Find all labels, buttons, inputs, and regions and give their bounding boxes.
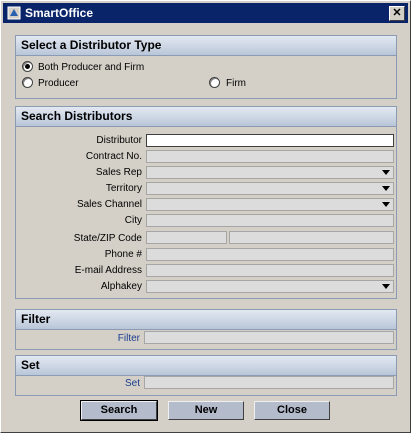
radio-producer[interactable]	[22, 77, 33, 88]
set-heading: Set	[16, 356, 396, 376]
new-button[interactable]: New	[168, 401, 244, 420]
city-input[interactable]	[146, 214, 394, 227]
zip-input[interactable]	[229, 231, 394, 244]
sales-rep-select[interactable]	[146, 166, 394, 179]
state-input[interactable]	[146, 231, 227, 244]
distributor-type-heading: Select a Distributor Type	[16, 36, 396, 56]
distributor-input[interactable]	[146, 134, 394, 147]
title-bar: SmartOffice ✕	[3, 3, 408, 23]
radio-both-producer-firm[interactable]	[22, 61, 33, 72]
search-button[interactable]: Search	[80, 400, 158, 421]
distributor-label: Distributor	[96, 135, 142, 146]
territory-label: Territory	[105, 183, 142, 194]
filter-label: Filter	[117, 333, 140, 344]
window-title: SmartOffice	[25, 6, 94, 20]
sales-channel-select[interactable]	[146, 198, 394, 211]
chevron-down-icon	[382, 284, 390, 289]
contract-no-label: Contract No.	[85, 151, 142, 162]
set-label: Set	[124, 378, 140, 389]
filter-heading: Filter	[16, 310, 396, 330]
sales-rep-label: Sales Rep	[95, 167, 142, 178]
radio-firm-label: Firm	[226, 78, 246, 89]
phone-label: Phone #	[104, 249, 142, 260]
search-distributors-heading: Search Distributors	[16, 107, 396, 127]
alphakey-label: Alphakey	[100, 281, 142, 292]
alphakey-select[interactable]	[146, 280, 394, 293]
set-input[interactable]	[144, 376, 394, 389]
smartoffice-app-icon	[7, 6, 21, 20]
sales-channel-label: Sales Channel	[76, 199, 142, 210]
chevron-down-icon	[382, 186, 390, 191]
email-input[interactable]	[146, 264, 394, 277]
phone-input[interactable]	[146, 248, 394, 261]
contract-no-input[interactable]	[146, 150, 394, 163]
chevron-down-icon	[382, 170, 390, 175]
close-window-icon[interactable]: ✕	[389, 6, 405, 21]
radio-producer-label: Producer	[38, 78, 79, 89]
filter-input[interactable]	[144, 331, 394, 344]
city-label: City	[124, 215, 142, 226]
territory-select[interactable]	[146, 182, 394, 195]
radio-both-label: Both Producer and Firm	[38, 62, 145, 73]
close-button[interactable]: Close	[254, 401, 330, 420]
radio-firm[interactable]	[209, 77, 220, 88]
email-label: E-mail Address	[74, 265, 142, 276]
chevron-down-icon	[382, 202, 390, 207]
state-zip-label: State/ZIP Code	[73, 233, 142, 244]
